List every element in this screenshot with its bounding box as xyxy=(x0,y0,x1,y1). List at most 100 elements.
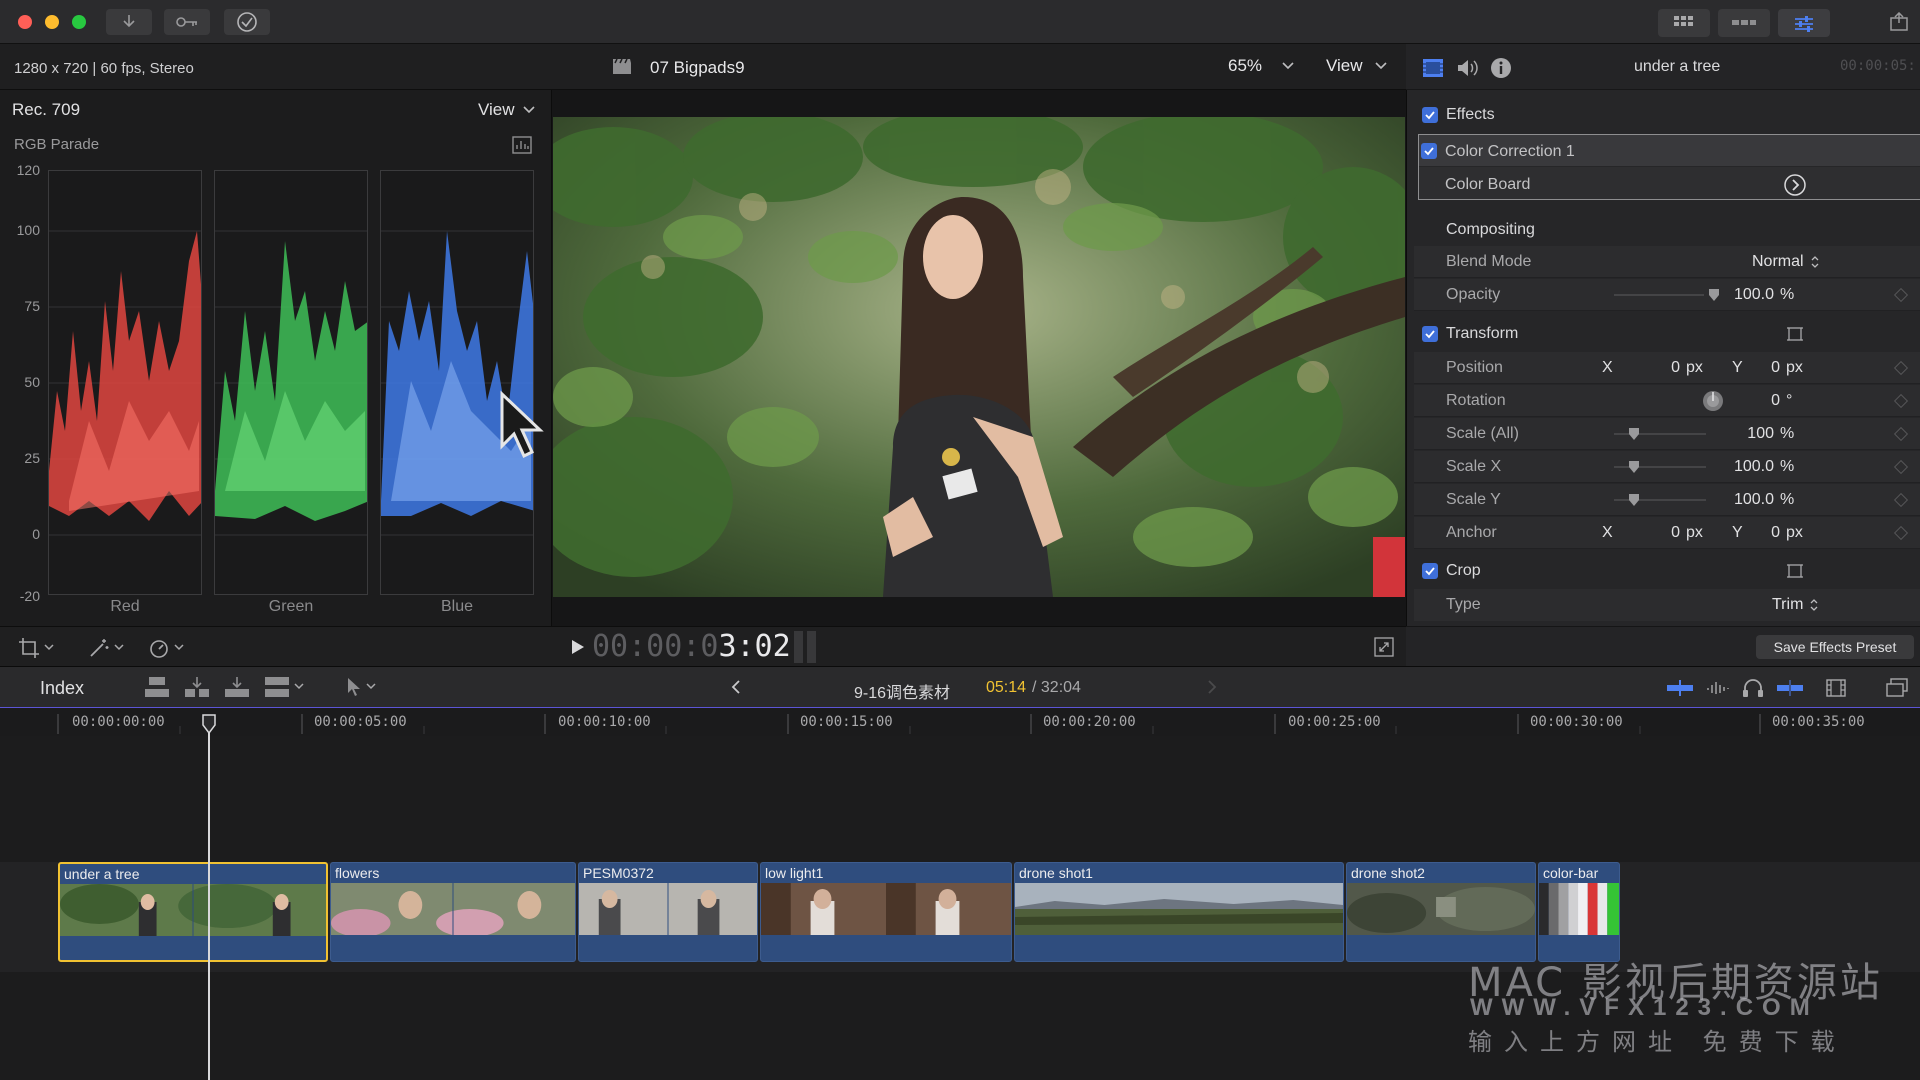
append-clip-button[interactable] xyxy=(224,675,250,699)
keyframe-icon[interactable] xyxy=(1893,426,1909,442)
rotation-value[interactable]: 0 xyxy=(1740,392,1780,410)
fullscreen-button[interactable] xyxy=(1374,637,1394,657)
anchor-y-value[interactable]: 0 xyxy=(1740,524,1780,542)
inspector-toggle-button[interactable] xyxy=(1778,9,1830,37)
timeline-index-button[interactable]: Index xyxy=(40,678,84,699)
transform-checkbox[interactable] xyxy=(1422,326,1438,342)
timeline-clip[interactable]: flowers xyxy=(330,862,576,962)
effects-checkbox[interactable] xyxy=(1422,107,1438,123)
anchor-x-value[interactable]: 0 xyxy=(1640,524,1680,542)
timeline-clip[interactable]: low light1 xyxy=(760,862,1012,962)
playhead[interactable] xyxy=(208,722,210,1080)
y-axis-label: 120 xyxy=(16,162,40,178)
crop-type-select[interactable]: Trim xyxy=(1772,596,1819,614)
rotation-dial[interactable] xyxy=(1702,390,1724,412)
timeline-toggle-button[interactable] xyxy=(1718,9,1770,37)
import-button[interactable] xyxy=(106,9,152,35)
opacity-value[interactable]: 100.0 xyxy=(1714,286,1774,304)
overwrite-clip-button[interactable] xyxy=(264,675,304,699)
viewer-view-menu[interactable]: View xyxy=(1326,56,1387,76)
play-button[interactable] xyxy=(570,639,586,655)
clip-filmstrip xyxy=(579,883,757,935)
timeline-ruler[interactable]: 00:00:00:00 00:00:05:00 00:00:10:00 00:0… xyxy=(0,708,1920,736)
keyframe-icon[interactable] xyxy=(1893,492,1909,508)
audio-skimming-toggle[interactable] xyxy=(1706,679,1730,697)
video-inspector-tab[interactable] xyxy=(1422,58,1444,78)
scale-x-value[interactable]: 100.0 xyxy=(1714,458,1774,476)
timeline-clip[interactable]: color-bar xyxy=(1538,862,1620,962)
timeline-current-time: 05:14 xyxy=(986,679,1027,696)
timeline-clip[interactable]: PESM0372 xyxy=(578,862,758,962)
skimming-toggle[interactable] xyxy=(1666,679,1694,697)
scale-x-slider-knob[interactable] xyxy=(1628,460,1640,474)
scale-all-slider-knob[interactable] xyxy=(1628,427,1640,441)
inspector-footer: Save Effects Preset xyxy=(1406,626,1920,666)
clip-name: drone shot1 xyxy=(1019,865,1093,881)
scale-y-value[interactable]: 100.0 xyxy=(1714,491,1774,509)
zoom-menu[interactable]: 65% xyxy=(1228,56,1294,76)
timeline-clip[interactable]: under a tree xyxy=(58,862,328,962)
timeline-clip[interactable]: drone shot1 xyxy=(1014,862,1344,962)
scope-settings-button[interactable] xyxy=(512,136,532,154)
timeline-back-button[interactable] xyxy=(730,679,742,695)
y-axis-label: 75 xyxy=(24,298,40,314)
crop-onscreen-button[interactable] xyxy=(1786,562,1804,580)
playhead-timecode[interactable]: 00:00:03:02 xyxy=(592,629,791,664)
scope-view-menu[interactable]: View xyxy=(478,100,535,120)
scope-type-label: RGB Parade xyxy=(14,136,100,153)
connect-clip-button[interactable] xyxy=(144,675,170,699)
anchor-row: Anchor X 0 px Y 0 px xyxy=(1414,517,1920,549)
clip-filmstrip xyxy=(1347,883,1535,935)
video-frame[interactable] xyxy=(553,117,1405,597)
transform-tools-menu[interactable] xyxy=(18,637,54,659)
zoom-window-button[interactable] xyxy=(72,15,86,29)
keyframe-icon[interactable] xyxy=(1893,287,1909,303)
audio-inspector-tab[interactable] xyxy=(1456,58,1478,78)
snapping-toggle[interactable] xyxy=(1776,679,1804,697)
playhead-handle[interactable] xyxy=(201,714,217,734)
background-tasks-button[interactable] xyxy=(224,9,270,35)
opacity-slider[interactable] xyxy=(1614,294,1704,296)
crop-checkbox[interactable] xyxy=(1422,563,1438,579)
crop-type-value: Trim xyxy=(1772,596,1804,613)
scale-all-row: Scale (All) 100 % xyxy=(1414,418,1920,450)
color-correction-effect[interactable]: Color Correction 1 Color Board xyxy=(1418,134,1920,200)
color-board-open-button[interactable] xyxy=(1783,173,1807,197)
timeline-index-toggle[interactable] xyxy=(1886,678,1908,698)
grid-icon xyxy=(1674,16,1693,26)
position-x-value[interactable]: 0 xyxy=(1640,359,1680,377)
keyframe-icon[interactable] xyxy=(1893,360,1909,376)
keyframe-icon[interactable] xyxy=(1893,525,1909,541)
percent-unit: % xyxy=(1780,425,1795,442)
minimize-window-button[interactable] xyxy=(45,15,59,29)
px-unit: px xyxy=(1686,524,1703,541)
scale-y-slider-knob[interactable] xyxy=(1628,493,1640,507)
browser-toggle-button[interactable] xyxy=(1658,9,1710,37)
clip-name: low light1 xyxy=(765,865,824,881)
info-inspector-tab[interactable] xyxy=(1490,57,1512,79)
clip-appearance-button[interactable] xyxy=(1826,678,1846,698)
color-correction-checkbox[interactable] xyxy=(1421,143,1437,159)
save-effects-preset-button[interactable]: Save Effects Preset xyxy=(1756,635,1914,659)
position-y-value[interactable]: 0 xyxy=(1740,359,1780,377)
keyframe-icon[interactable] xyxy=(1893,393,1909,409)
blend-mode-select[interactable]: Normal xyxy=(1752,253,1820,271)
ruler-tick-label: 00:00:00:00 xyxy=(72,714,165,730)
enhancements-menu[interactable] xyxy=(88,637,124,659)
crop-type-row: Type Trim xyxy=(1414,589,1920,621)
retime-menu[interactable] xyxy=(148,637,184,659)
insert-clip-button[interactable] xyxy=(184,675,210,699)
timeline-forward-button[interactable] xyxy=(1206,679,1218,695)
scale-all-value[interactable]: 100 xyxy=(1720,425,1774,443)
solo-toggle[interactable] xyxy=(1742,678,1764,698)
timeline-clip[interactable]: drone shot2 xyxy=(1346,862,1536,962)
keyframe-icon[interactable] xyxy=(1893,459,1909,475)
transform-onscreen-button[interactable] xyxy=(1786,325,1804,343)
ruler-tick-label: 00:00:20:00 xyxy=(1043,714,1136,730)
clip-name: under a tree xyxy=(64,866,140,882)
share-button[interactable] xyxy=(1888,12,1914,34)
close-window-button[interactable] xyxy=(18,15,32,29)
scale-x-label: Scale X xyxy=(1446,458,1502,475)
keywords-button[interactable] xyxy=(164,9,210,35)
select-tool-menu[interactable] xyxy=(346,677,376,697)
